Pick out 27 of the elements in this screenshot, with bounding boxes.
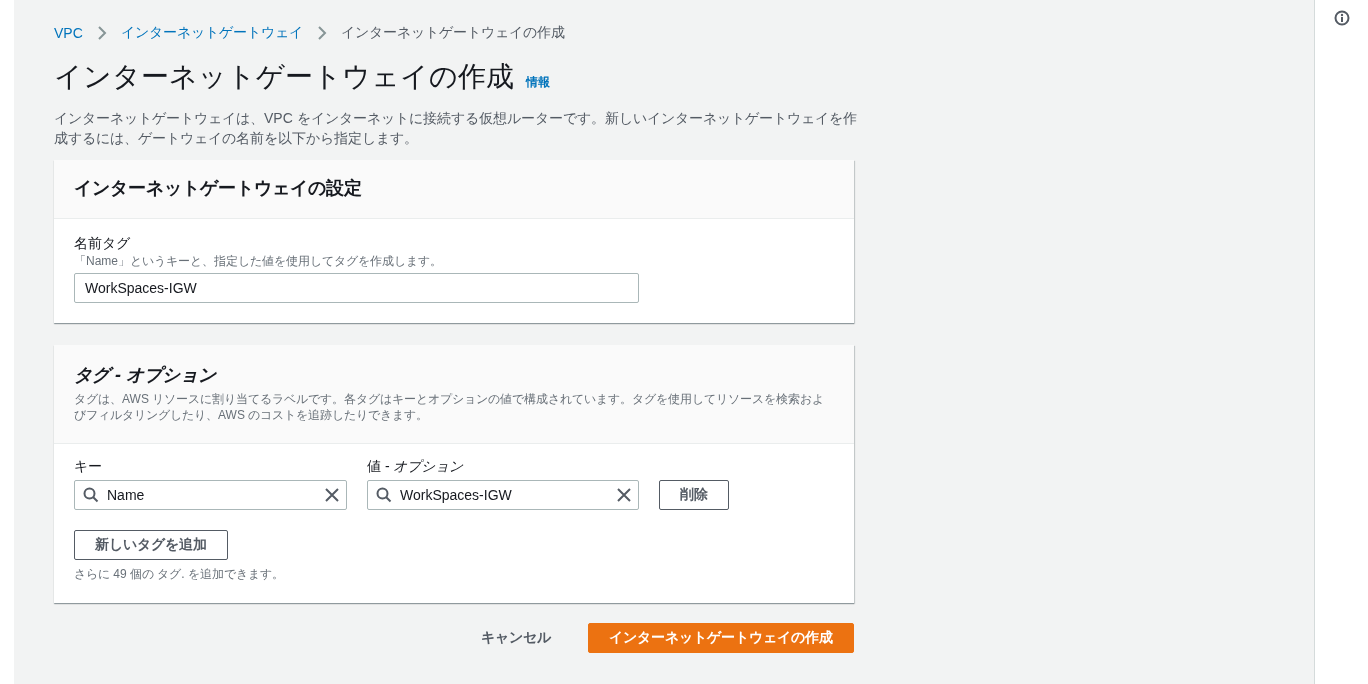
remaining-tags-note: さらに 49 個の タグ. を追加できます。 <box>74 566 286 583</box>
field-label: 名前タグ <box>74 235 131 253</box>
info-icon[interactable] <box>1333 10 1350 26</box>
key-label: キー <box>74 458 103 476</box>
panel-description: タグは、AWS リソースに割り当てるラベルです。各タグはキーとオプションの値で構成されています。タグを使用してリソースを検索およびフィルタリングしたり、AWS のコストを追跡したりできます。 <box>74 391 826 423</box>
chevron-icon <box>96 26 107 40</box>
panel-title: タグ - オプション <box>74 364 218 387</box>
remove-button[interactable]: 削除 <box>659 480 729 510</box>
info-link[interactable]: 情報 <box>526 74 550 91</box>
page-title: インターネットゲートウェイの作成 <box>54 60 514 94</box>
breadcrumb-link[interactable]: VPC <box>54 25 83 41</box>
chevron-icon <box>316 26 327 40</box>
search-icon <box>83 487 99 503</box>
tag-value-field[interactable]: WorkSpaces-IGW <box>367 480 639 510</box>
field-hint: 「Name」というキーと、指定した値を使用してタグを作成します。 <box>74 253 443 269</box>
name-tag-input[interactable]: WorkSpaces-IGW <box>74 273 639 303</box>
clear-icon[interactable] <box>616 487 632 503</box>
add-tag-button[interactable]: 新しいタグを追加 <box>74 530 228 560</box>
page-description: インターネットゲートウェイは、VPC をインターネットに接続する仮想ルーターです。新しいインターネットゲートウェイを作成するには、ゲートウェイの名前を以下から指定します。 <box>54 109 858 148</box>
cancel-button[interactable]: キャンセル <box>460 623 572 653</box>
breadcrumb-current: インターネットゲートウェイの作成 <box>340 24 565 42</box>
value-label: 値 - オプション <box>367 458 465 476</box>
panel-title: インターネットゲートウェイの設定 <box>74 177 363 200</box>
search-icon <box>376 487 392 503</box>
tag-key-field[interactable]: Name <box>74 480 347 510</box>
clear-icon[interactable] <box>324 487 340 503</box>
breadcrumb-link[interactable]: インターネットゲートウェイ <box>120 24 303 42</box>
